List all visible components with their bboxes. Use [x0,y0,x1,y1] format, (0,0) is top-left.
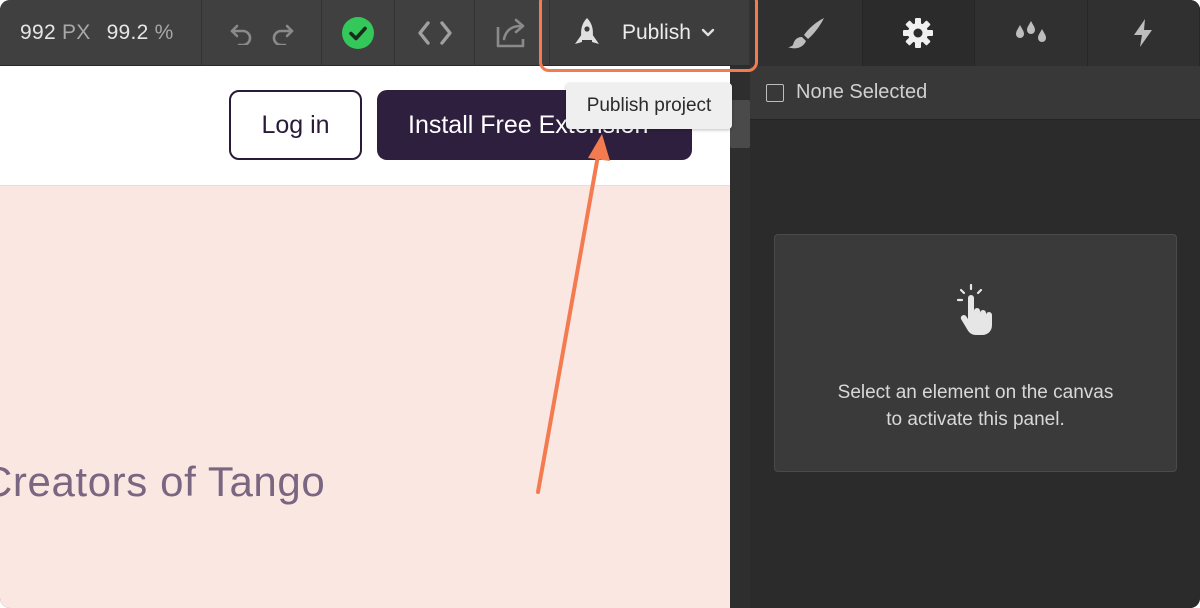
history-controls [202,0,322,65]
tab-actions[interactable] [1088,0,1200,66]
undo-icon[interactable] [228,21,254,45]
chevron-down-icon [701,28,715,38]
code-icon [416,19,454,47]
publish-label: Publish [622,20,691,44]
settings-panel: None Selected Select an element on the c… [750,0,1200,608]
drops-icon [1013,19,1049,47]
selection-label: None Selected [796,81,928,103]
selection-header: None Selected [750,66,1200,120]
width-unit: PX [61,20,91,44]
zoom-unit: % [154,20,174,44]
publish-tooltip: Publish project [566,83,732,129]
hero-heading: Creators of Tango [0,458,326,505]
design-canvas[interactable]: Log in Install Free Extension Creators o… [0,66,730,608]
check-circle-icon [341,16,375,50]
rocket-icon [570,16,604,50]
export-button[interactable] [475,0,550,65]
login-button[interactable]: Log in [229,90,362,160]
brush-icon [786,16,826,50]
top-toolbar: 992 PX 99.2 % Publish [0,0,750,66]
width-value: 992 [20,20,56,44]
export-icon [494,17,530,49]
empty-state-line-2: to activate this panel. [886,409,1065,430]
empty-state: Select an element on the canvas to activ… [774,234,1177,472]
empty-state-text: Select an element on the canvas to activ… [775,379,1176,433]
pointer-click-icon [955,283,999,342]
app-window: Log in Install Free Extension Creators o… [0,0,1200,608]
tab-style[interactable] [750,0,863,66]
code-view-button[interactable] [395,0,475,65]
selection-checkbox[interactable] [766,83,784,102]
tab-settings[interactable] [862,0,975,66]
zoom-value: 99.2 [106,20,149,44]
lightning-icon [1131,18,1155,48]
viewport-size-readout[interactable]: 992 PX 99.2 % [0,0,202,65]
gear-icon [902,17,934,49]
panel-tabs [750,0,1200,66]
empty-state-line-1: Select an element on the canvas [837,382,1114,403]
save-status[interactable] [322,0,395,65]
canvas-scrollbar-thumb[interactable] [730,100,750,148]
redo-icon[interactable] [270,21,296,45]
tab-interactions[interactable] [975,0,1088,66]
publish-button[interactable]: Publish [550,0,750,65]
